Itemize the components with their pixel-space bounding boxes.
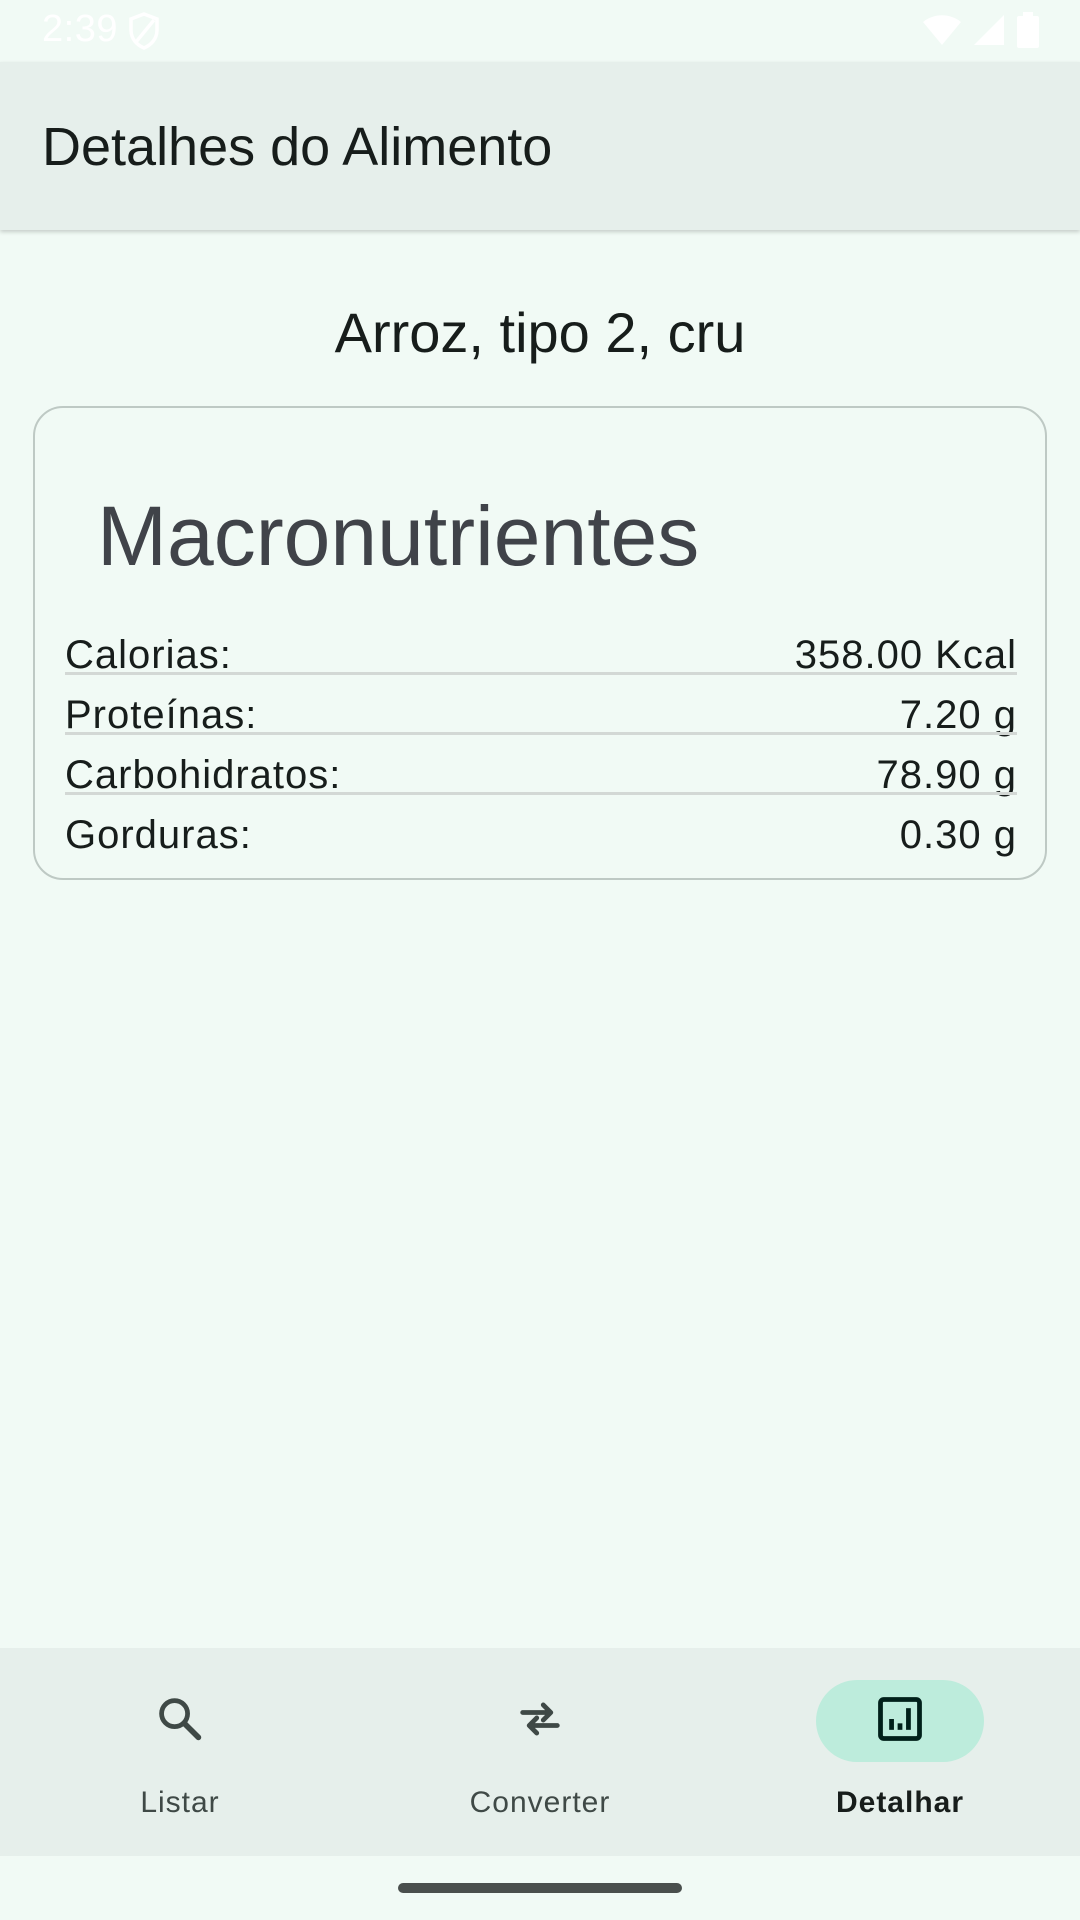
macro-row-fats: Gorduras: 0.30 g xyxy=(65,798,1017,858)
screen: 2:39 Detalhes do Alimento Arroz, tipo 2,… xyxy=(0,0,1080,1920)
top-app-bar: Detalhes do Alimento xyxy=(0,62,1080,230)
status-time: 2:39 xyxy=(42,8,118,50)
search-icon xyxy=(154,1693,206,1750)
divider xyxy=(65,672,1017,675)
nav-label: Detalhar xyxy=(835,1786,965,1819)
nav-icon-container xyxy=(456,1680,624,1762)
nav-label: Listar xyxy=(140,1786,220,1819)
macro-row-carbohydrates: Carbohidratos: 78.90 g xyxy=(65,738,1017,798)
gesture-bar-area xyxy=(0,1856,1080,1920)
divider xyxy=(65,732,1017,735)
nav-icon-container xyxy=(96,1680,264,1762)
chart-icon xyxy=(874,1693,926,1750)
card-title: Macronutrientes xyxy=(97,489,700,583)
page-title: Detalhes do Alimento xyxy=(42,117,553,177)
signal-icon xyxy=(972,13,1006,52)
shield-icon xyxy=(128,12,160,55)
macro-label: Gorduras: xyxy=(65,813,252,857)
battery-icon xyxy=(1016,12,1040,53)
nav-item-detalhar[interactable]: Detalhar xyxy=(720,1648,1080,1856)
wifi-icon xyxy=(922,13,962,52)
nav-item-listar[interactable]: Listar xyxy=(0,1648,360,1856)
nav-item-converter[interactable]: Converter xyxy=(360,1648,720,1856)
macronutrients-card: Macronutrientes Calorias: 358.00 Kcal Pr… xyxy=(33,406,1047,880)
bottom-navigation: Listar Converter Detalhar xyxy=(0,1648,1080,1856)
status-bar: 2:39 xyxy=(0,0,1080,62)
macro-row-proteins: Proteínas: 7.20 g xyxy=(65,678,1017,738)
status-icons xyxy=(922,12,1040,53)
macro-row-calories: Calorias: 358.00 Kcal xyxy=(65,618,1017,678)
swap-arrows-icon xyxy=(514,1693,566,1750)
nav-icon-container-active xyxy=(816,1680,984,1762)
gesture-handle[interactable] xyxy=(398,1883,682,1893)
food-name: Arroz, tipo 2, cru xyxy=(334,301,746,364)
divider xyxy=(65,792,1017,795)
nav-label: Converter xyxy=(469,1786,611,1819)
macro-value: 0.30 g xyxy=(899,813,1017,857)
